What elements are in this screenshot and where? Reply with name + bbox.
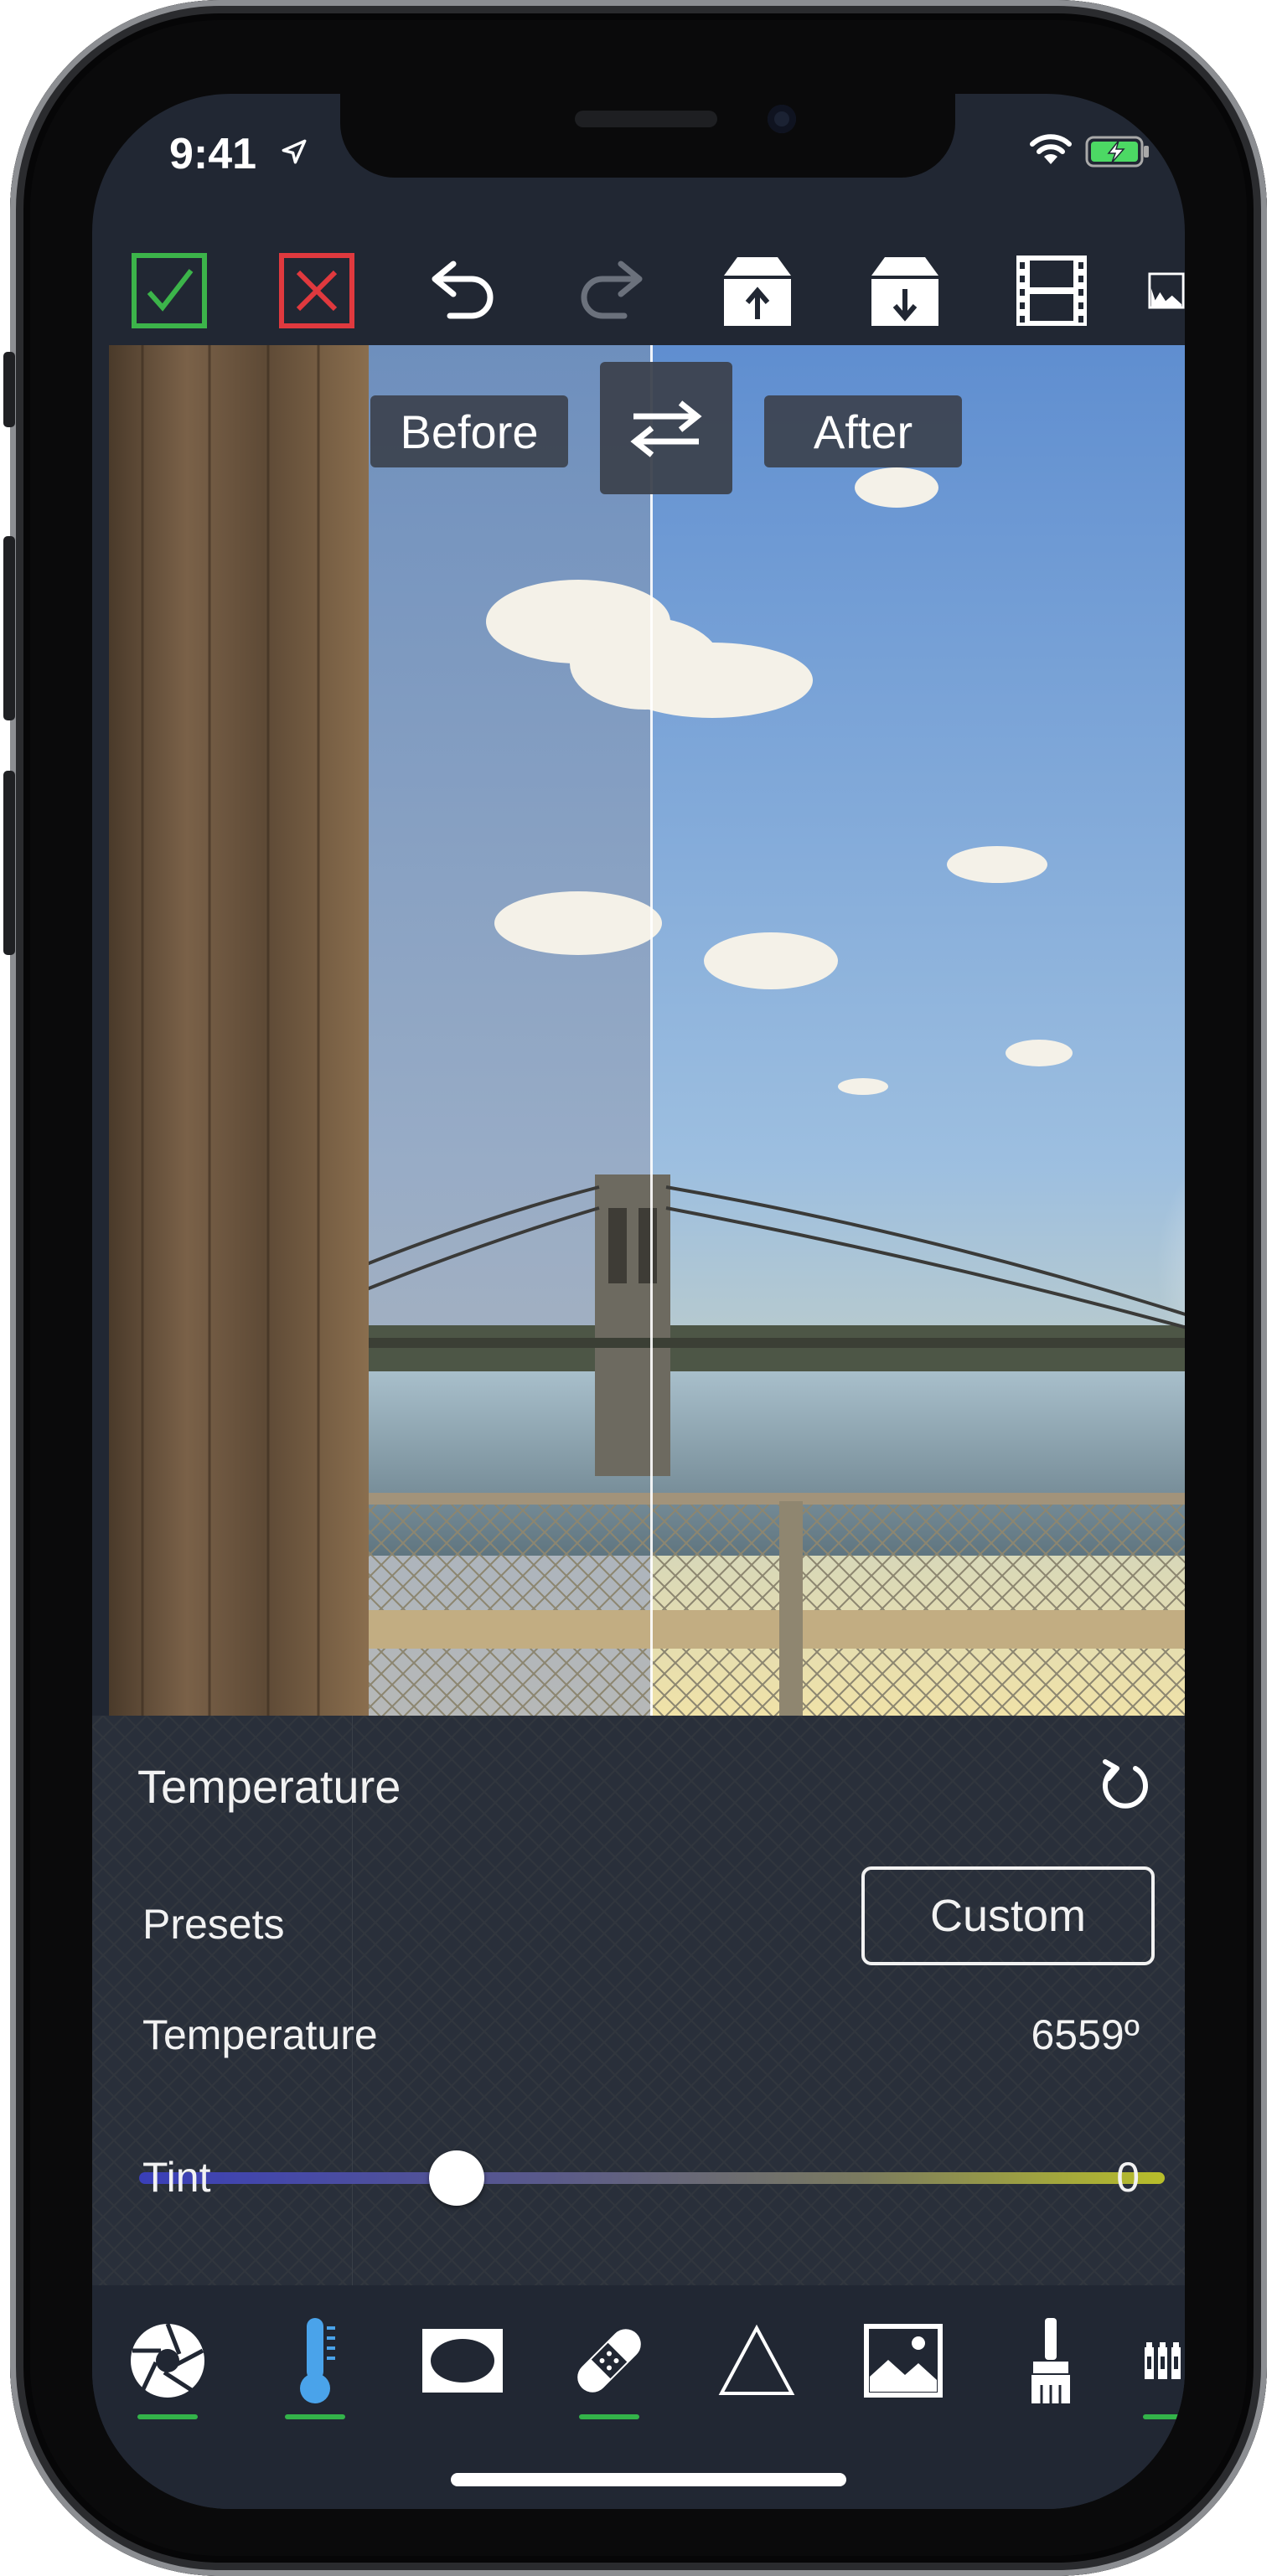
film-rolls-icon	[1145, 2342, 1181, 2379]
panel-title: Temperature	[137, 1760, 401, 1813]
notch	[340, 94, 955, 178]
cancel-button[interactable]	[271, 245, 363, 337]
import-down-icon	[871, 257, 938, 326]
checkmark-icon	[132, 253, 207, 328]
screen: 9:41 Before After Temperature Presets Cu…	[92, 94, 1185, 2509]
export-button[interactable]	[711, 245, 804, 337]
home-indicator[interactable]	[451, 2473, 846, 2486]
wifi-icon	[1030, 134, 1072, 164]
aperture-icon	[131, 2323, 204, 2398]
speaker-grille	[575, 111, 717, 127]
triangle-icon	[718, 2324, 795, 2395]
swap-button[interactable]	[600, 362, 732, 494]
top-toolbar	[92, 236, 1185, 345]
tool-aperture[interactable]	[117, 2310, 218, 2411]
tool-vignette[interactable]	[412, 2310, 513, 2411]
tool-indicator	[579, 2414, 639, 2419]
tool-triangle[interactable]	[706, 2310, 807, 2411]
photo-canvas[interactable]: Before After	[109, 345, 1185, 1716]
photo-image	[109, 345, 1185, 1716]
redo-icon	[581, 261, 643, 319]
volume-up-button	[3, 536, 15, 720]
export-up-icon	[724, 257, 791, 326]
import-button[interactable]	[859, 245, 951, 337]
presets-dropdown[interactable]: Custom	[861, 1866, 1155, 1965]
thermometer-icon	[300, 2318, 335, 2403]
tint-value: 0	[1116, 2154, 1140, 2201]
tool-brush[interactable]	[1000, 2310, 1101, 2411]
film-strip-button[interactable]	[1006, 245, 1098, 337]
tool-image[interactable]	[853, 2310, 954, 2411]
tool-indicator	[137, 2414, 198, 2419]
location-arrow-icon	[282, 139, 307, 164]
after-label: After	[764, 395, 962, 467]
histogram-button[interactable]	[1148, 245, 1185, 337]
battery-charging-icon	[1085, 136, 1149, 168]
film-strip-icon	[1016, 256, 1087, 326]
before-label: Before	[370, 395, 568, 467]
reset-button[interactable]	[1089, 1749, 1160, 1820]
close-icon	[279, 253, 354, 328]
histogram-icon	[1148, 272, 1185, 309]
undo-button[interactable]	[417, 245, 509, 337]
before-after-divider[interactable]	[650, 345, 653, 1716]
tool-film-rolls[interactable]	[1143, 2310, 1185, 2411]
tool-heal[interactable]	[559, 2310, 659, 2411]
tool-temperature[interactable]	[265, 2310, 365, 2411]
accept-button[interactable]	[123, 245, 215, 337]
vignette-icon	[422, 2329, 503, 2393]
silent-switch	[3, 352, 15, 427]
volume-down-button	[3, 771, 15, 955]
tool-indicator	[1143, 2414, 1185, 2419]
temperature-slider-thumb[interactable]	[429, 2150, 485, 2206]
swap-arrows-icon	[630, 400, 702, 457]
tool-indicator	[285, 2414, 345, 2419]
image-icon	[864, 2324, 943, 2398]
tint-label: Tint	[142, 2154, 211, 2201]
front-camera	[768, 105, 796, 133]
brush-icon	[1031, 2318, 1070, 2403]
adjustment-panel: Temperature Presets Custom Temperature 6…	[92, 1716, 1185, 2349]
bandage-icon	[577, 2329, 641, 2393]
temperature-value: 6559º	[1031, 2011, 1140, 2058]
undo-icon	[432, 261, 494, 319]
temperature-slider-track[interactable]	[139, 2172, 1165, 2184]
temperature-label: Temperature	[142, 2011, 378, 2058]
presets-label: Presets	[142, 1901, 285, 1948]
redo-button[interactable]	[565, 245, 657, 337]
status-time: 9:41	[169, 130, 257, 178]
reset-icon	[1103, 1759, 1148, 1809]
